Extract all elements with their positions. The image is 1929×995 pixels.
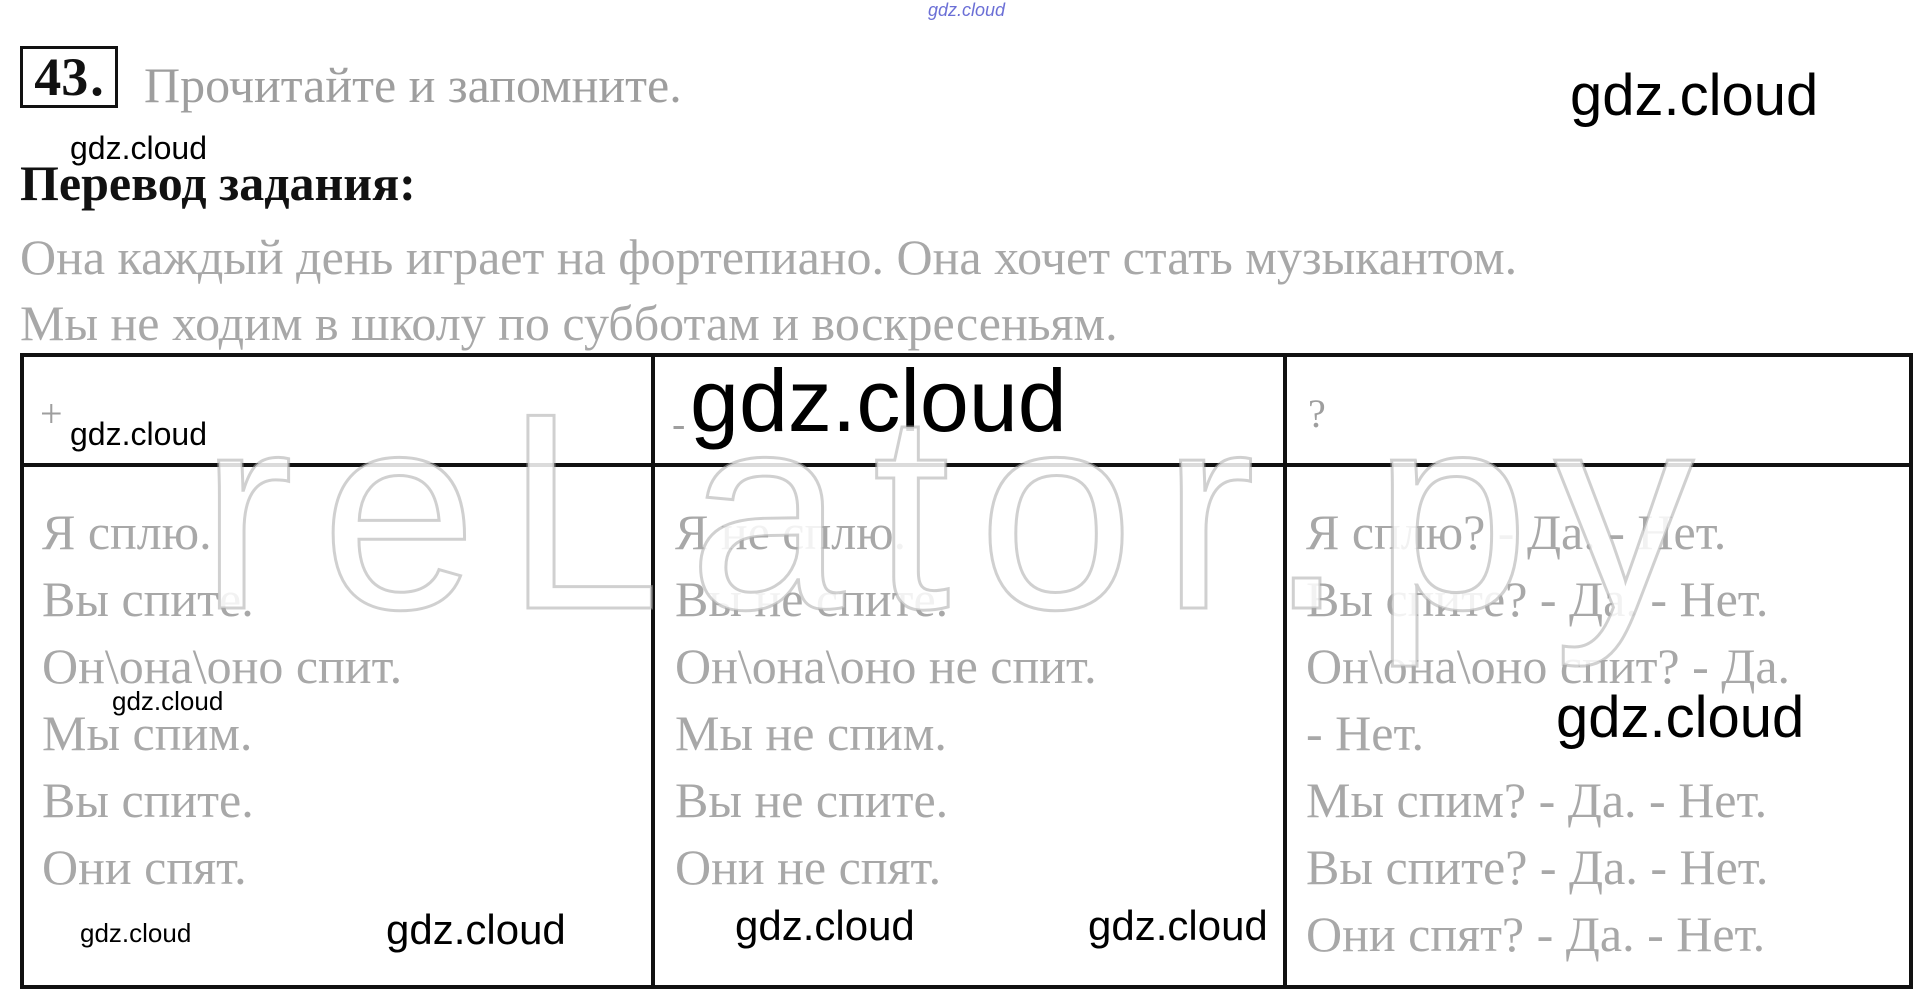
task-instruction: Прочитайте и запомните. (144, 57, 682, 113)
task-number-box: 43. (20, 46, 118, 108)
table-cell: Вы не спите. (675, 772, 949, 828)
table-cell: Они не спят. (675, 839, 942, 895)
table-cell: Вы спите? - Да. - Нет. (1306, 839, 1769, 895)
table-cell: - Нет. (1306, 705, 1425, 761)
table-cell: Вы спите. (42, 772, 254, 828)
watermark-bottom: gdz.cloud (386, 906, 566, 953)
table-cell: Мы не спим. (675, 705, 947, 761)
translation-line: Мы не ходим в школу по субботам и воскре… (20, 295, 1118, 351)
watermark-bottom: gdz.cloud (1088, 902, 1268, 949)
table-cell: Они спят. (42, 839, 247, 895)
table-cell: Они спят? - Да. - Нет. (1306, 906, 1766, 962)
top-watermark: gdz.cloud (928, 0, 1006, 20)
overlay-watermark: reLator.ру (198, 356, 1723, 668)
watermark-header-right: gdz.cloud (1570, 63, 1819, 128)
table-cell: Я сплю. (42, 504, 212, 560)
watermark-col3-middle: gdz.cloud (1556, 685, 1805, 750)
translation-line: Она каждый день играет на фортепиано. Он… (20, 229, 1518, 285)
table-cell: Мы спим? - Да. - Нет. (1306, 772, 1768, 828)
translation-heading: Перевод задания: (20, 155, 416, 211)
watermark-bottom: gdz.cloud (80, 918, 192, 948)
watermark-col1-middle: gdz.cloud (112, 686, 224, 716)
watermark-plus-header: gdz.cloud (70, 416, 207, 452)
task-number: 43 (34, 47, 89, 107)
header-plus: + (40, 391, 63, 436)
watermark-bottom: gdz.cloud (735, 902, 915, 949)
